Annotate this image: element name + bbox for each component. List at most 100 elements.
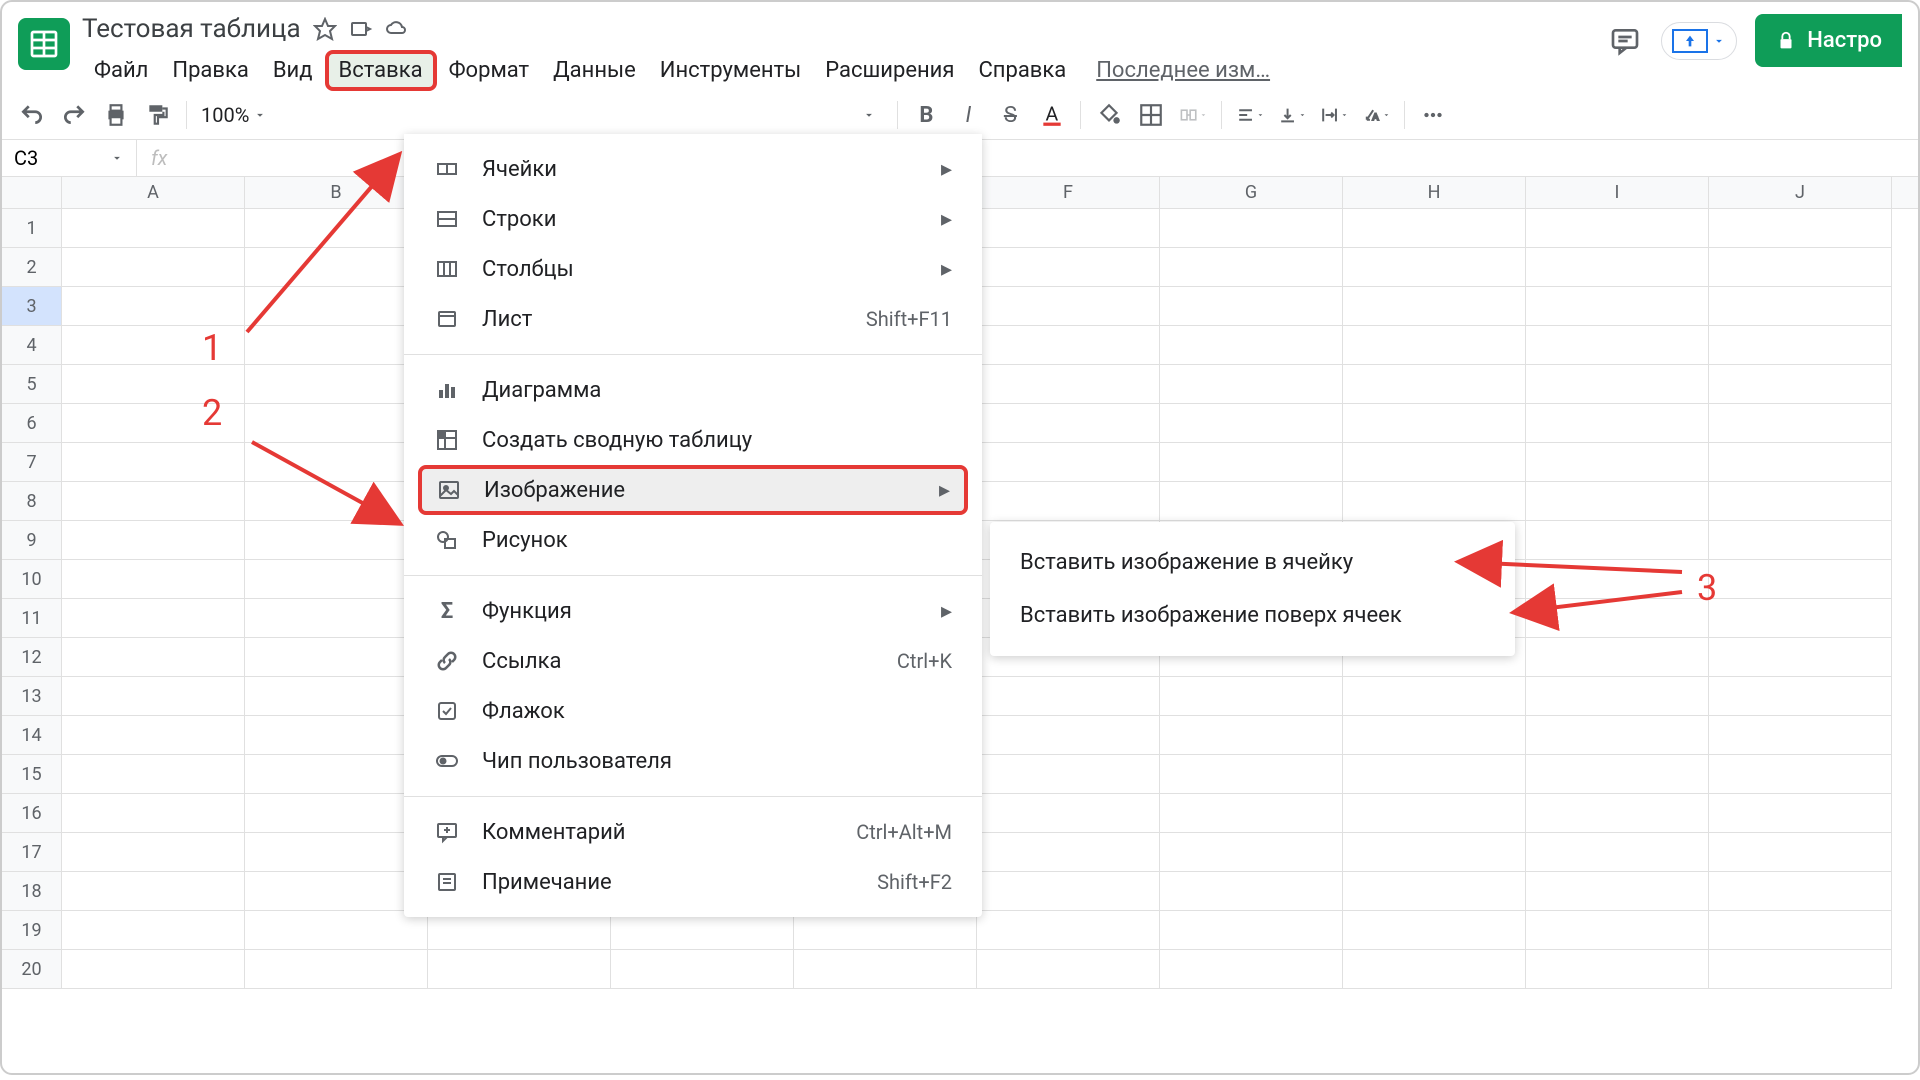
row-header[interactable]: 18 bbox=[2, 872, 62, 911]
dd-link[interactable]: СсылкаCtrl+K bbox=[404, 636, 982, 686]
cell[interactable] bbox=[1709, 677, 1892, 716]
cell[interactable] bbox=[1160, 404, 1343, 443]
cell[interactable] bbox=[1343, 911, 1526, 950]
cell[interactable] bbox=[62, 716, 245, 755]
menu-data[interactable]: Данные bbox=[541, 50, 648, 91]
cell[interactable] bbox=[62, 560, 245, 599]
row-header[interactable]: 19 bbox=[2, 911, 62, 950]
col-header[interactable]: B bbox=[245, 177, 428, 208]
halign-icon[interactable] bbox=[1236, 101, 1264, 129]
cell[interactable] bbox=[62, 755, 245, 794]
cell[interactable] bbox=[1343, 872, 1526, 911]
dd-rows[interactable]: Строки▸ bbox=[404, 194, 982, 244]
cell[interactable] bbox=[1526, 872, 1709, 911]
cell[interactable] bbox=[245, 404, 428, 443]
sm-image-in-cell[interactable]: Вставить изображение в ячейку bbox=[990, 536, 1515, 589]
cell[interactable] bbox=[977, 443, 1160, 482]
cell[interactable] bbox=[62, 677, 245, 716]
cell[interactable] bbox=[977, 794, 1160, 833]
dd-note[interactable]: ПримечаниеShift+F2 bbox=[404, 857, 982, 907]
row-header[interactable]: 6 bbox=[2, 404, 62, 443]
cell[interactable] bbox=[245, 794, 428, 833]
cell[interactable] bbox=[62, 248, 245, 287]
cell[interactable] bbox=[977, 677, 1160, 716]
cell[interactable] bbox=[1343, 209, 1526, 248]
cell[interactable] bbox=[1526, 833, 1709, 872]
bold-icon[interactable]: B bbox=[912, 101, 940, 129]
cell[interactable] bbox=[245, 326, 428, 365]
dd-pivot[interactable]: Создать сводную таблицу bbox=[404, 415, 982, 465]
cell[interactable] bbox=[1160, 716, 1343, 755]
cell[interactable] bbox=[1526, 716, 1709, 755]
dd-columns[interactable]: Столбцы▸ bbox=[404, 244, 982, 294]
menu-edit[interactable]: Правка bbox=[160, 50, 260, 91]
cell[interactable] bbox=[1160, 248, 1343, 287]
dd-checkbox[interactable]: Флажок bbox=[404, 686, 982, 736]
paint-format-icon[interactable] bbox=[144, 101, 172, 129]
cell[interactable] bbox=[1709, 248, 1892, 287]
cell[interactable] bbox=[1526, 326, 1709, 365]
cell[interactable] bbox=[428, 950, 611, 989]
cell[interactable] bbox=[1526, 794, 1709, 833]
cell[interactable] bbox=[245, 677, 428, 716]
cell[interactable] bbox=[245, 833, 428, 872]
cell[interactable] bbox=[1709, 521, 1892, 560]
dropdown-arrow-icon[interactable] bbox=[855, 101, 883, 129]
valign-icon[interactable] bbox=[1278, 101, 1306, 129]
cell[interactable] bbox=[977, 365, 1160, 404]
cell[interactable] bbox=[245, 560, 428, 599]
cell[interactable] bbox=[1160, 833, 1343, 872]
row-header[interactable]: 8 bbox=[2, 482, 62, 521]
text-color-icon[interactable]: A bbox=[1038, 101, 1066, 129]
dd-chip[interactable]: Чип пользователя bbox=[404, 736, 982, 786]
cell[interactable] bbox=[1343, 755, 1526, 794]
cell[interactable] bbox=[245, 209, 428, 248]
dd-cells[interactable]: Ячейки▸ bbox=[404, 144, 982, 194]
cell[interactable] bbox=[245, 287, 428, 326]
row-header[interactable]: 2 bbox=[2, 248, 62, 287]
cell[interactable] bbox=[1709, 794, 1892, 833]
cell[interactable] bbox=[1160, 287, 1343, 326]
menu-file[interactable]: Файл bbox=[82, 50, 160, 91]
dd-chart[interactable]: Диаграмма bbox=[404, 365, 982, 415]
col-header[interactable]: A bbox=[62, 177, 245, 208]
cell[interactable] bbox=[245, 872, 428, 911]
cell[interactable] bbox=[1343, 716, 1526, 755]
cell[interactable] bbox=[1343, 833, 1526, 872]
cell[interactable] bbox=[1526, 443, 1709, 482]
cell[interactable] bbox=[1709, 638, 1892, 677]
cell[interactable] bbox=[977, 326, 1160, 365]
cell[interactable] bbox=[245, 911, 428, 950]
dd-comment[interactable]: КомментарийCtrl+Alt+M bbox=[404, 807, 982, 857]
cell[interactable] bbox=[1526, 560, 1709, 599]
cell[interactable] bbox=[1160, 209, 1343, 248]
col-header[interactable]: F bbox=[977, 177, 1160, 208]
col-header[interactable]: H bbox=[1343, 177, 1526, 208]
cell[interactable] bbox=[977, 209, 1160, 248]
cell[interactable] bbox=[977, 482, 1160, 521]
cell[interactable] bbox=[1709, 872, 1892, 911]
cell[interactable] bbox=[611, 950, 794, 989]
fill-color-icon[interactable] bbox=[1095, 101, 1123, 129]
wrap-icon[interactable] bbox=[1320, 101, 1348, 129]
row-header[interactable]: 4 bbox=[2, 326, 62, 365]
borders-icon[interactable] bbox=[1137, 101, 1165, 129]
cell[interactable] bbox=[977, 950, 1160, 989]
cell[interactable] bbox=[1160, 326, 1343, 365]
col-header[interactable]: J bbox=[1709, 177, 1892, 208]
cell[interactable] bbox=[1709, 443, 1892, 482]
cell[interactable] bbox=[1343, 404, 1526, 443]
row-header[interactable]: 3 bbox=[2, 287, 62, 326]
sm-image-over-cells[interactable]: Вставить изображение поверх ячеек bbox=[990, 589, 1515, 642]
cell[interactable] bbox=[245, 482, 428, 521]
cell[interactable] bbox=[62, 443, 245, 482]
cell[interactable] bbox=[794, 950, 977, 989]
cell[interactable] bbox=[977, 716, 1160, 755]
dd-drawing[interactable]: Рисунок bbox=[404, 515, 982, 565]
cell[interactable] bbox=[1526, 677, 1709, 716]
cell[interactable] bbox=[1160, 950, 1343, 989]
undo-icon[interactable] bbox=[18, 101, 46, 129]
cell[interactable] bbox=[1343, 950, 1526, 989]
cell[interactable] bbox=[1343, 248, 1526, 287]
row-header[interactable]: 15 bbox=[2, 755, 62, 794]
